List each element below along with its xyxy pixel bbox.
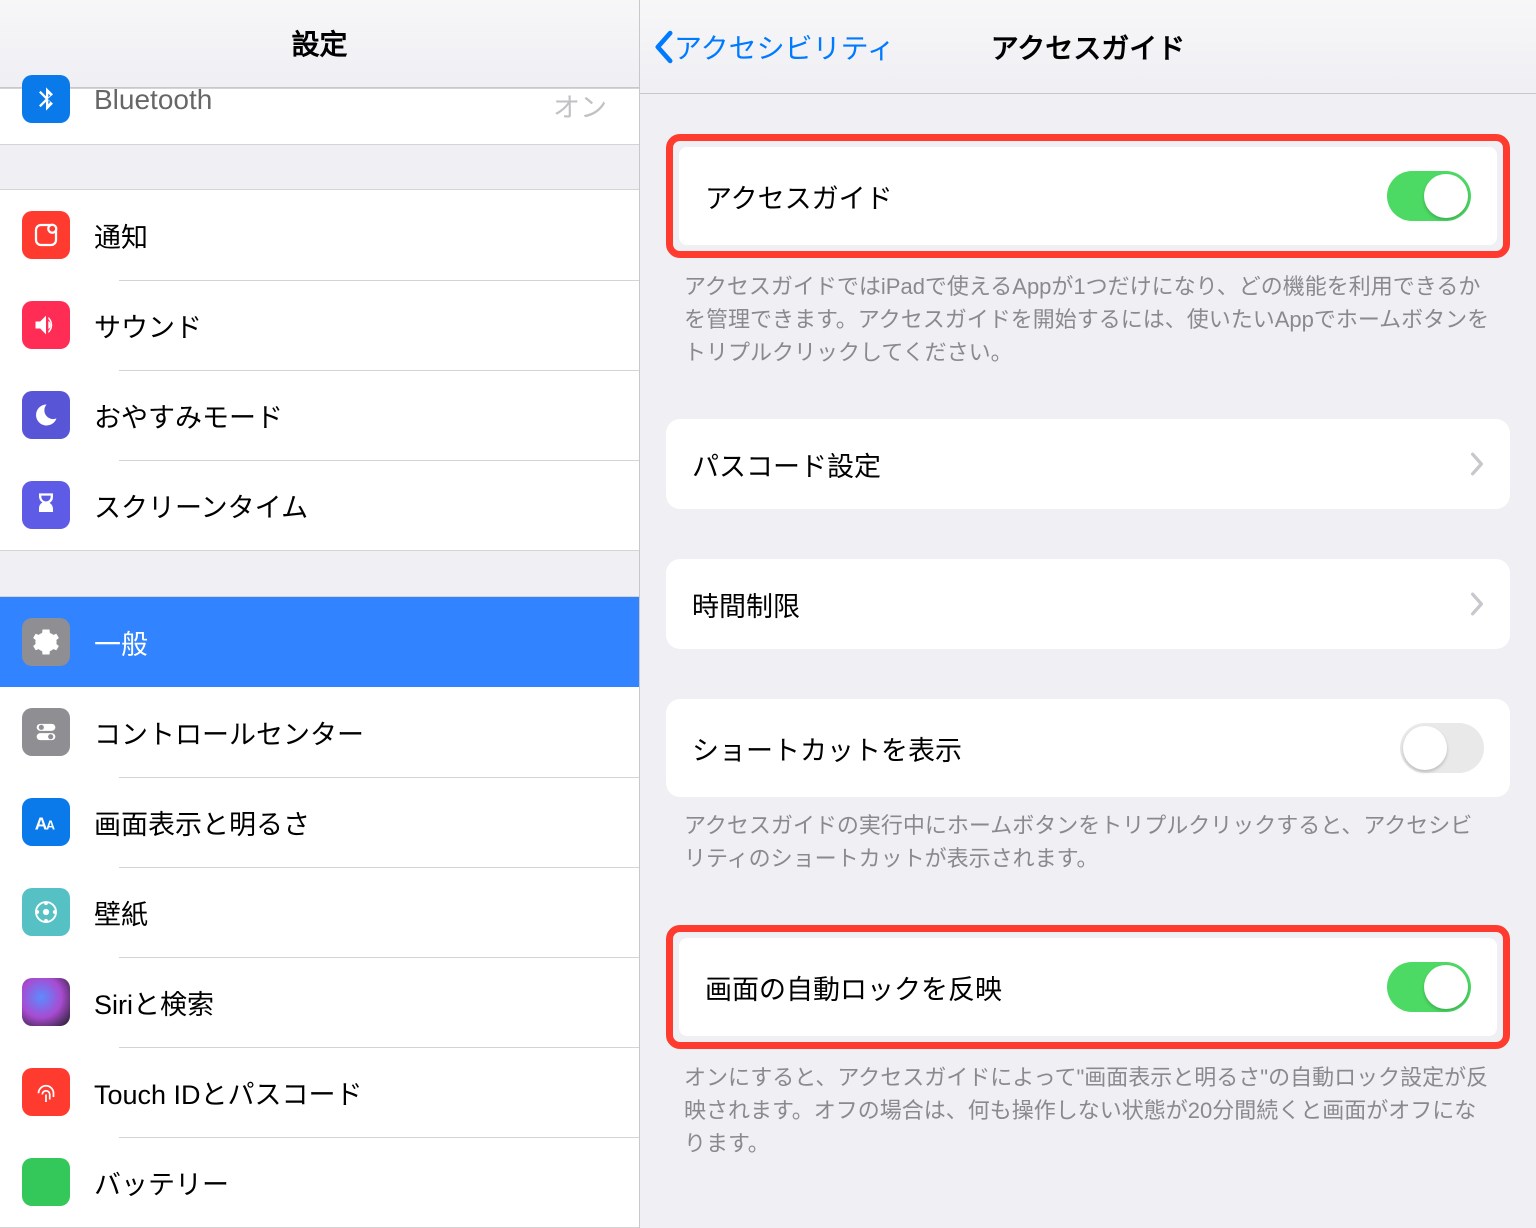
- detail-title: アクセスガイド: [991, 27, 1186, 67]
- screentime-icon: [22, 481, 70, 529]
- sidebar-item-screentime[interactable]: スクリーンタイム: [0, 460, 639, 550]
- highlight-annotation: 画面の自動ロックを反映: [666, 925, 1510, 1049]
- sidebar-item-label: スクリーンタイム: [94, 486, 617, 525]
- toggle-switch[interactable]: [1387, 962, 1471, 1012]
- sidebar-item-sounds[interactable]: サウンド: [0, 280, 639, 370]
- sidebar-title: 設定: [291, 23, 347, 63]
- sidebar-item-display[interactable]: AA 画面表示と明るさ: [0, 777, 639, 867]
- section-footer: アクセスガイドの実行中にホームボタンをトリプルクリックすると、アクセシビリティの…: [666, 797, 1510, 875]
- cell-label: 画面の自動ロックを反映: [705, 968, 1387, 1007]
- sidebar-item-touchid[interactable]: Touch IDとパスコード: [0, 1047, 639, 1137]
- sidebar-item-label: Siriと検索: [94, 983, 617, 1022]
- battery-icon: [22, 1158, 70, 1206]
- section-footer: オンにすると、アクセスガイドによって"画面表示と明るさ"の自動ロック設定が反映さ…: [666, 1049, 1510, 1160]
- highlight-annotation: アクセスガイド: [666, 134, 1510, 258]
- cell-label: 時間制限: [692, 585, 1470, 624]
- sidebar-header: 設定: [0, 0, 639, 88]
- sidebar-item-label: 画面表示と明るさ: [94, 803, 617, 842]
- touchid-icon: [22, 1068, 70, 1116]
- cell-passcode-settings[interactable]: パスコード設定: [666, 419, 1510, 509]
- sidebar-group-partial: Bluetooth オン: [0, 88, 639, 145]
- sidebar-item-general[interactable]: 一般: [0, 597, 639, 687]
- cell-show-shortcut-toggle[interactable]: ショートカットを表示: [666, 699, 1510, 797]
- cell-label: パスコード設定: [692, 445, 1470, 484]
- chevron-right-icon: [1470, 592, 1484, 616]
- sidebar-item-label: 一般: [94, 623, 617, 662]
- detail-header: アクセシビリティ アクセスガイド: [640, 0, 1536, 94]
- sidebar-item-bluetooth[interactable]: Bluetooth オン: [0, 89, 639, 144]
- sounds-icon: [22, 301, 70, 349]
- toggle-switch[interactable]: [1400, 723, 1484, 773]
- chevron-right-icon: [1470, 452, 1484, 476]
- sidebar-item-label: Bluetooth: [94, 86, 553, 114]
- sidebar-group-2: 一般 コントロールセンター AA 画面表示と明るさ 壁紙 Siriと検索: [0, 596, 639, 1228]
- section-footer: アクセスガイドではiPadで使えるAppが1つだけになり、どの機能を利用できるか…: [666, 258, 1510, 369]
- sidebar-item-wallpaper[interactable]: 壁紙: [0, 867, 639, 957]
- sidebar-item-notifications[interactable]: 通知: [0, 190, 639, 280]
- detail-pane: アクセシビリティ アクセスガイド アクセスガイド アクセスガイドではiPadで使…: [640, 0, 1536, 1228]
- sidebar-item-label: おやすみモード: [94, 396, 617, 435]
- sidebar-item-dnd[interactable]: おやすみモード: [0, 370, 639, 460]
- toggle-switch[interactable]: [1387, 171, 1471, 221]
- sidebar-item-label: コントロールセンター: [94, 713, 617, 752]
- display-icon: AA: [22, 798, 70, 846]
- general-icon: [22, 618, 70, 666]
- settings-sidebar: 設定 Bluetooth オン 通知 サウンド お: [0, 0, 640, 1228]
- sidebar-item-label: バッテリー: [94, 1163, 617, 1202]
- cell-time-limit[interactable]: 時間制限: [666, 559, 1510, 649]
- sidebar-item-label: サウンド: [94, 306, 617, 345]
- sidebar-item-controlcenter[interactable]: コントロールセンター: [0, 687, 639, 777]
- sidebar-group-1: 通知 サウンド おやすみモード スクリーンタイム: [0, 189, 639, 551]
- controlcenter-icon: [22, 708, 70, 756]
- chevron-left-icon: [654, 30, 674, 64]
- bluetooth-icon: [22, 75, 70, 123]
- wallpaper-icon: [22, 888, 70, 936]
- sidebar-item-siri[interactable]: Siriと検索: [0, 957, 639, 1047]
- sidebar-item-label: 通知: [94, 216, 617, 255]
- cell-label: アクセスガイド: [705, 177, 1387, 216]
- sidebar-item-battery[interactable]: バッテリー: [0, 1137, 639, 1227]
- siri-icon: [22, 978, 70, 1026]
- sidebar-item-label: 壁紙: [94, 893, 617, 932]
- dnd-icon: [22, 391, 70, 439]
- svg-text:A: A: [46, 819, 55, 833]
- sidebar-item-detail: オン: [553, 86, 607, 125]
- sidebar-item-label: Touch IDとパスコード: [94, 1073, 617, 1112]
- back-button[interactable]: アクセシビリティ: [640, 27, 895, 67]
- cell-label: ショートカットを表示: [692, 729, 1400, 768]
- back-label: アクセシビリティ: [674, 27, 895, 67]
- notifications-icon: [22, 211, 70, 259]
- cell-auto-lock-toggle[interactable]: 画面の自動ロックを反映: [679, 938, 1497, 1036]
- cell-access-guide-toggle[interactable]: アクセスガイド: [679, 147, 1497, 245]
